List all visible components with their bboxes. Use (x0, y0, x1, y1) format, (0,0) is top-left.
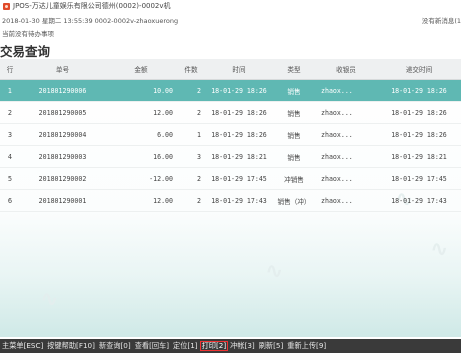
order-no-cell: 201801290005 (20, 101, 105, 124)
background-watermark: ∿ (265, 259, 284, 284)
message-notice-link[interactable]: 没有新消息(1 (422, 15, 461, 25)
shortcut-item[interactable]: 冲帐[3] (228, 341, 257, 351)
time-cell: 18-01-29 18:26 (205, 79, 273, 102)
qty-cell: 2 (177, 79, 205, 102)
amount-cell: 6.00 (105, 123, 177, 146)
shortcut-item[interactable]: 主菜单[ESC] (0, 341, 45, 351)
submit-time-cell: 18-01-29 17:45 (377, 167, 461, 190)
qty-cell: 2 (177, 167, 205, 190)
cashier-cell: zhaox... (315, 101, 377, 124)
amount-cell: 12.00 (105, 101, 177, 124)
shortcut-bar: 主菜单[ESC] 按键帮助[F10] 新查询[0] 查看[回车] 定位[1] 打印[2] 冲… (0, 339, 461, 353)
datetime-user-text: 2018-01-30 星期二 13:55:39 0002-0002v-zhaox… (2, 16, 179, 25)
row-number-cell: 4 (0, 145, 20, 168)
time-cell: 18-01-29 17:45 (205, 167, 273, 190)
qty-cell: 2 (177, 101, 205, 124)
submit-time-cell: 18-01-29 18:21 (377, 145, 461, 168)
column-header-time[interactable]: 时间 (205, 59, 273, 80)
submit-time-cell: 18-01-29 18:26 (377, 123, 461, 146)
background-watermark: ∿ (40, 287, 59, 312)
amount-cell: 12.00 (105, 189, 177, 212)
column-header-amount[interactable]: 金额 (105, 59, 177, 80)
type-cell: 销售 (273, 79, 315, 102)
shortcut-item[interactable]: 新查询[0] (97, 341, 133, 351)
shortcut-item[interactable]: 按键帮助[F10] (45, 341, 97, 351)
order-no-cell: 201801290002 (20, 167, 105, 190)
table-row[interactable]: 2 201801290005 12.00 2 18-01-29 18:26 销售 zhaox… (0, 101, 461, 124)
type-cell: 销售（冲） (273, 189, 315, 212)
table-row[interactable]: 5 201801290002 -12.00 2 18-01-29 17:45 冲销售 zha… (0, 167, 461, 190)
row-number-cell: 1 (0, 79, 20, 102)
window-title: JPOS-万达儿童娱乐有限公司德州(0002)-0002v机 (13, 2, 171, 10)
cashier-cell: zhaox... (315, 189, 377, 212)
time-cell: 18-01-29 18:21 (205, 145, 273, 168)
cashier-cell: zhaox... (315, 167, 377, 190)
shortcut-item[interactable]: 定位[1] (171, 341, 200, 351)
order-no-cell: 201801290001 (20, 189, 105, 212)
amount-cell: 10.00 (105, 79, 177, 102)
type-cell: 销售 (273, 145, 315, 168)
column-header-order-no[interactable]: 单号 (20, 59, 105, 80)
column-header-cashier[interactable]: 收银员 (315, 59, 377, 80)
shortcut-item[interactable]: 重新上传[9] (285, 341, 328, 351)
status-info-bar: 2018-01-30 星期二 13:55:39 0002-0002v-zhaox… (0, 14, 461, 25)
type-cell: 销售 (273, 101, 315, 124)
table-row[interactable]: 1 201801290006 10.00 2 18-01-29 18:26 销售 zhaox… (0, 79, 461, 102)
submit-time-cell: 18-01-29 17:43 (377, 189, 461, 212)
time-cell: 18-01-29 18:26 (205, 101, 273, 124)
column-header-row[interactable]: 行 (0, 59, 20, 80)
todo-notice: 当前没有待办事项 (2, 30, 54, 38)
type-cell: 销售 (273, 123, 315, 146)
cashier-cell: zhaox... (315, 145, 377, 168)
shortcut-item[interactable]: 刷新[5] (257, 341, 286, 351)
cashier-cell: zhaox... (315, 123, 377, 146)
row-number-cell: 5 (0, 167, 20, 190)
column-header-qty[interactable]: 件数 (177, 59, 205, 80)
order-no-cell: 201801290003 (20, 145, 105, 168)
qty-cell: 1 (177, 123, 205, 146)
submit-time-cell: 18-01-29 18:26 (377, 101, 461, 124)
qty-cell: 2 (177, 189, 205, 212)
row-number-cell: 3 (0, 123, 20, 146)
order-no-cell: 201801290004 (20, 123, 105, 146)
page-title: 交易查询 (0, 44, 51, 59)
table-row[interactable]: 3 201801290004 6.00 1 18-01-29 18:26 销售 zhaox.… (0, 123, 461, 146)
table-header-row: 行 单号 金额 件数 时间 类型 收银员 递交时间 (0, 59, 461, 80)
submit-time-cell: 18-01-29 18:26 (377, 79, 461, 102)
type-cell: 冲销售 (273, 167, 315, 190)
time-cell: 18-01-29 17:43 (205, 189, 273, 212)
table-row[interactable]: 4 201801290003 16.00 3 18-01-29 18:21 销售 zhaox… (0, 145, 461, 168)
qty-cell: 3 (177, 145, 205, 168)
table-row[interactable]: 6 201801290001 12.00 2 18-01-29 17:43 销售（冲） zh… (0, 189, 461, 212)
background-watermark: ∿ (430, 237, 449, 262)
transaction-list-panel: ∿ ∿ ∿ ∿ 行 单号 金额 件数 时间 类型 收银员 递交时间 1 20180… (0, 59, 461, 337)
row-number-cell: 2 (0, 101, 20, 124)
shortcut-item[interactable]: 查看[回车] (133, 341, 171, 351)
column-header-type[interactable]: 类型 (273, 59, 315, 80)
row-number-cell: 6 (0, 189, 20, 212)
column-header-submit-time[interactable]: 递交时间 (377, 59, 461, 80)
cashier-cell: zhaox... (315, 79, 377, 102)
amount-cell: -12.00 (105, 167, 177, 190)
amount-cell: 16.00 (105, 145, 177, 168)
shortcut-item[interactable]: 打印[2] (199, 341, 229, 351)
transactions-table: 行 单号 金额 件数 时间 类型 收银员 递交时间 1 201801290006 1… (0, 59, 461, 212)
app-logo-icon (3, 2, 10, 10)
time-cell: 18-01-29 18:26 (205, 123, 273, 146)
order-no-cell: 201801290006 (20, 79, 105, 102)
title-bar: JPOS-万达儿童娱乐有限公司德州(0002)-0002v机 (0, 0, 461, 12)
